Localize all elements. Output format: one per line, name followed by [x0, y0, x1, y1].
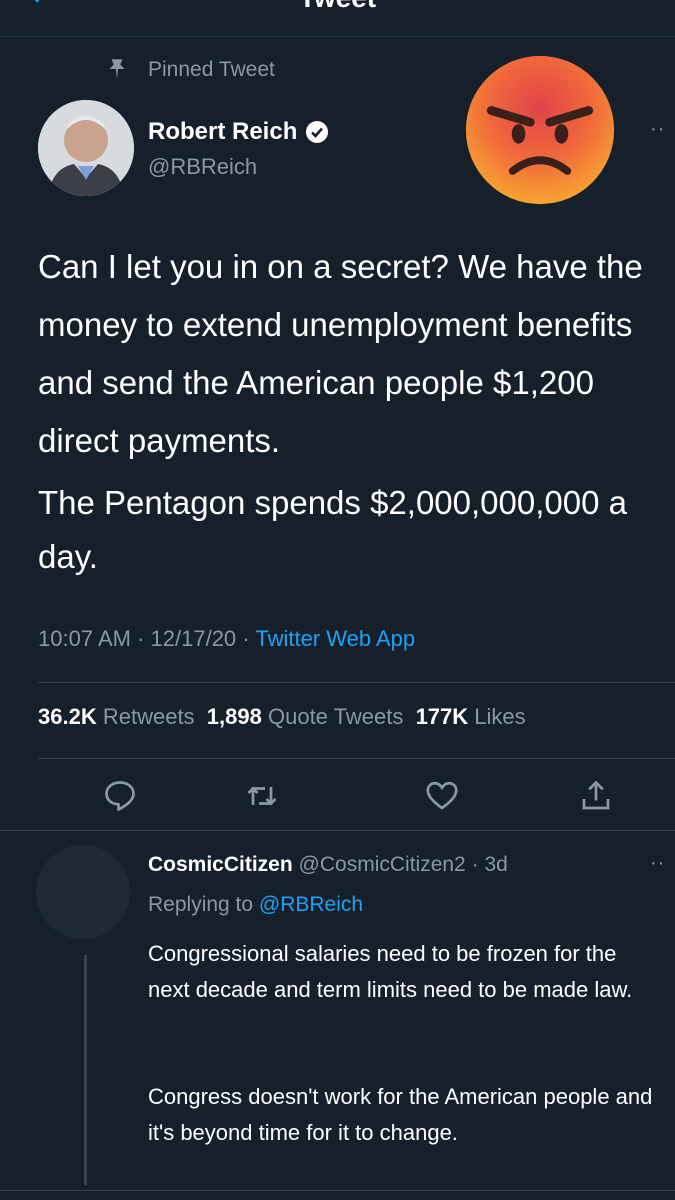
reply-author-name[interactable]: CosmicCitizen — [148, 853, 293, 876]
divider — [38, 758, 675, 759]
reply-text-paragraph-1: Congressional salaries need to be frozen… — [148, 941, 633, 1002]
reply-author-handle[interactable]: @CosmicCitizen2 — [299, 853, 466, 876]
header-divider — [0, 36, 675, 37]
pinned-tweet-label: Pinned Tweet — [148, 58, 275, 81]
pin-icon — [109, 59, 125, 79]
retweets-stat[interactable]: 36.2K Retweets — [38, 704, 195, 729]
tweet-meta: 10:07 AM · 12/17/20 · Twitter Web App — [38, 626, 415, 652]
author-handle[interactable]: @RBReich — [148, 154, 257, 180]
author-avatar[interactable] — [38, 100, 134, 196]
tweet-time[interactable]: 10:07 AM — [38, 626, 131, 651]
retweets-count: 36.2K — [38, 704, 97, 729]
divider — [38, 682, 675, 683]
quote-tweets-count: 1,898 — [206, 704, 262, 729]
quote-tweets-label: Quote Tweets — [267, 704, 404, 729]
reply-author-avatar[interactable] — [36, 845, 130, 939]
reply-header: CosmicCitizen @CosmicCitizen2 · 3d — [148, 853, 508, 877]
retweet-icon[interactable] — [244, 778, 280, 814]
divider — [0, 1190, 675, 1191]
likes-label: Likes — [474, 704, 526, 729]
author-name[interactable]: Robert Reich — [148, 118, 329, 146]
reply-age[interactable]: 3d — [484, 853, 507, 876]
replying-to-handle[interactable]: @RBReich — [259, 893, 363, 916]
tweet-source[interactable]: Twitter Web App — [255, 626, 415, 651]
share-icon[interactable] — [578, 778, 614, 814]
likes-stat[interactable]: 177K Likes — [416, 704, 526, 729]
like-heart-icon[interactable] — [424, 778, 460, 814]
replying-to-line: Replying to @RBReich — [148, 893, 363, 917]
reply-text-paragraph-2: Congress doesn't work for the American p… — [148, 1084, 653, 1145]
more-options-icon[interactable]: ·· — [650, 118, 665, 141]
engagement-stats: 36.2K Retweets 1,898 Quote Tweets 177K L… — [38, 704, 526, 730]
retweets-label: Retweets — [102, 704, 195, 729]
tweet-text-paragraph-2: The Pentagon spends $2,000,000,000 a day… — [38, 484, 627, 575]
reply-icon[interactable] — [102, 778, 138, 814]
meta-separator: · — [471, 853, 479, 876]
thread-connector-line — [84, 955, 87, 1185]
page-title: Tweet — [0, 0, 675, 14]
author-name-text: Robert Reich — [148, 118, 298, 145]
meta-separator: · — [137, 626, 145, 651]
replying-to-label: Replying to — [148, 893, 254, 916]
verified-badge-icon — [306, 121, 329, 143]
tweet-date[interactable]: 12/17/20 — [151, 626, 237, 651]
angry-face-emoji-icon — [465, 55, 615, 205]
quote-tweets-stat[interactable]: 1,898 Quote Tweets — [207, 704, 404, 729]
divider — [0, 830, 675, 831]
meta-separator: · — [242, 626, 250, 651]
tweet-text-paragraph-1: Can I let you in on a secret? We have th… — [38, 248, 643, 459]
likes-count: 177K — [415, 704, 469, 729]
more-options-icon[interactable]: ·· — [650, 852, 665, 875]
